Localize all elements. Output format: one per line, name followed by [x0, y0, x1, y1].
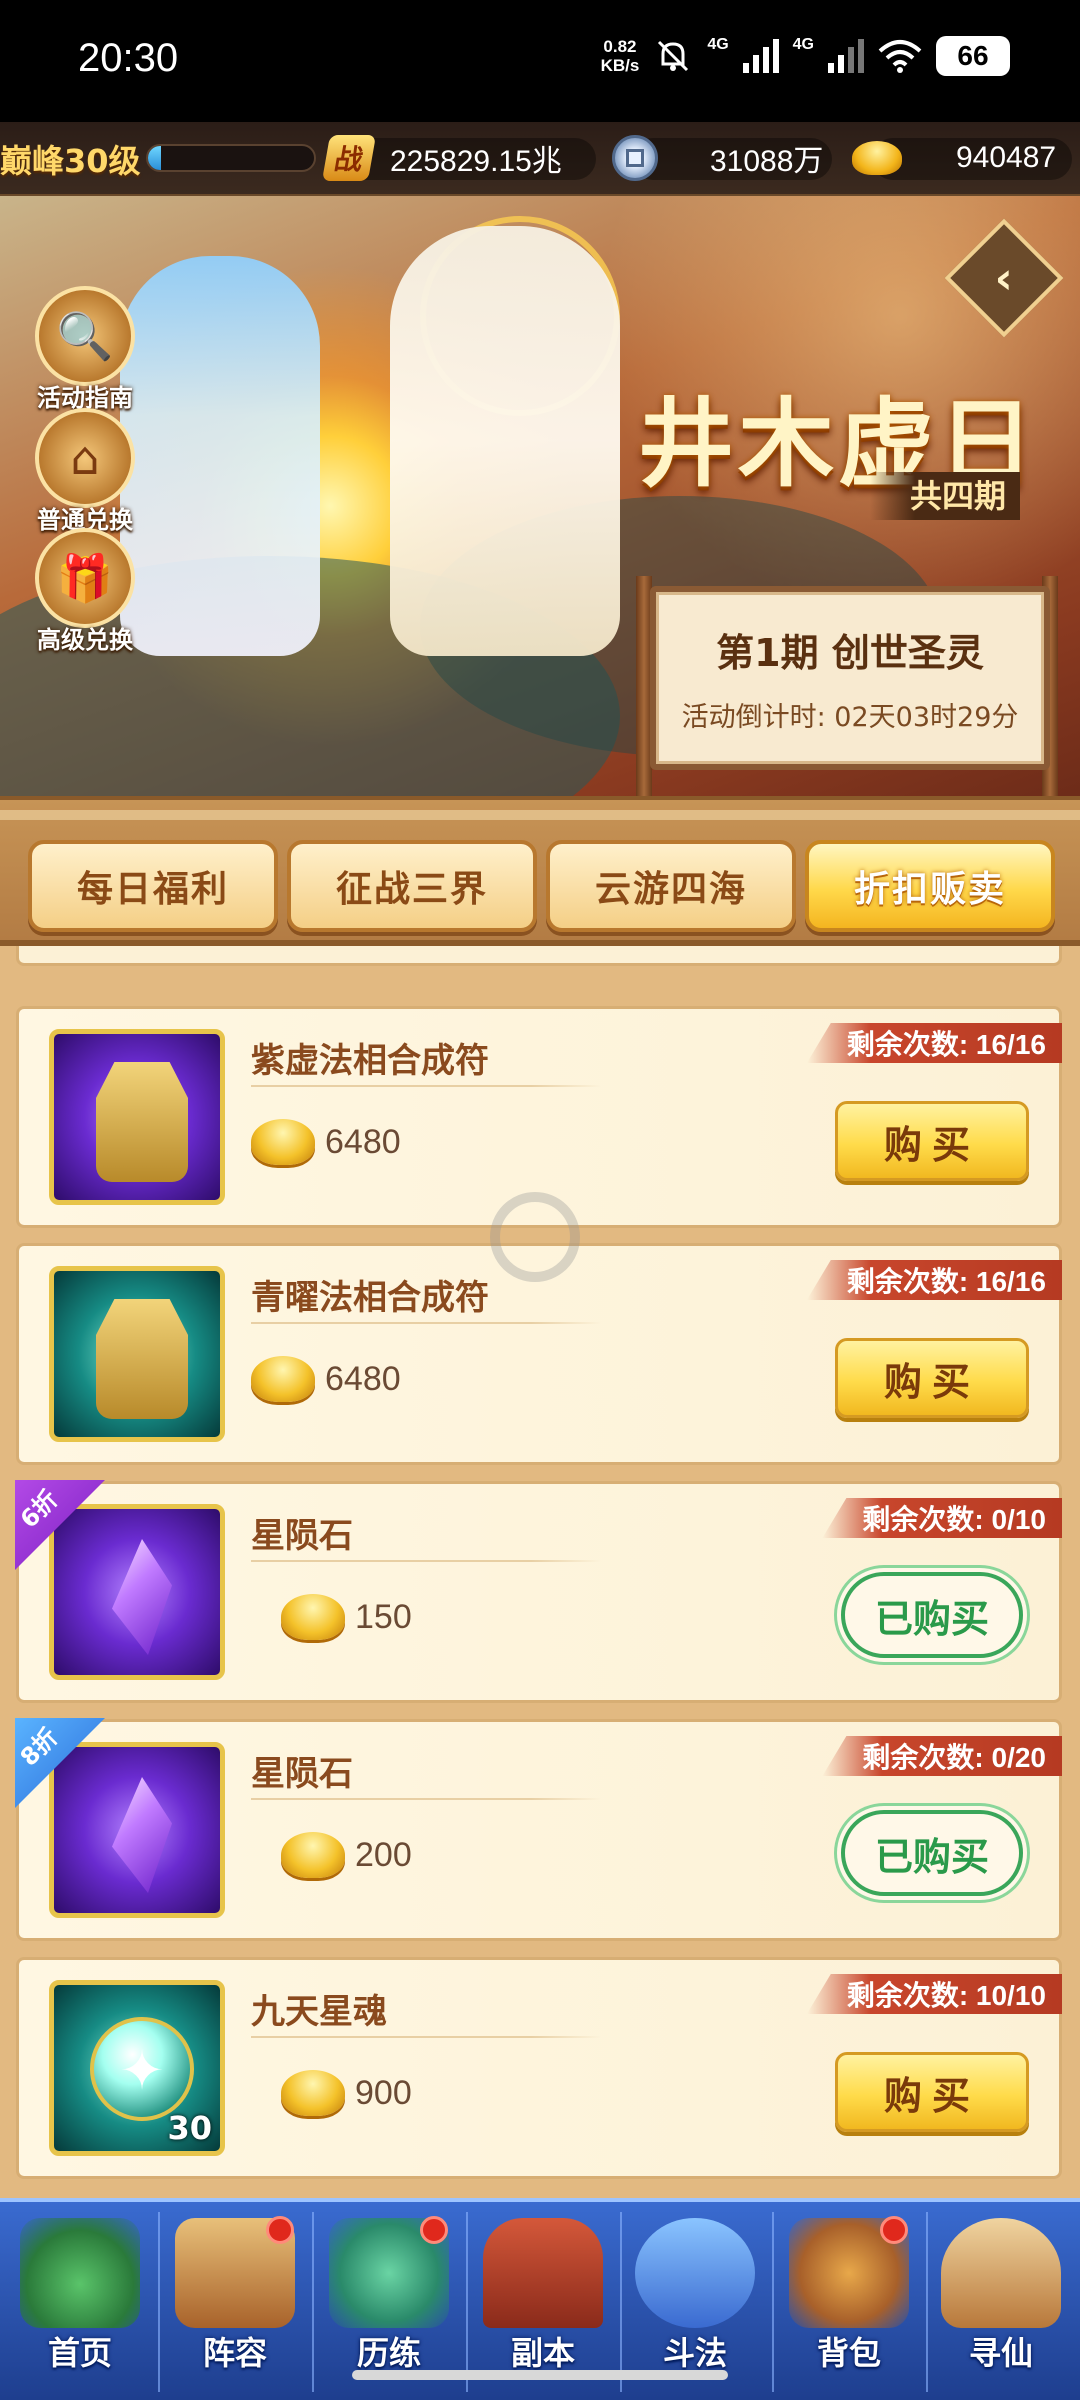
remaining-count-tag: 剩余次数: 0/20: [822, 1736, 1062, 1776]
shop-list[interactable]: 紫虚法相合成符 6480 剩余次数: 16/16 购买 青曜法相合成符 6480…: [0, 946, 1080, 2198]
sig2-label: 4G: [792, 36, 814, 53]
dungeon-gate-icon: [483, 2218, 603, 2328]
item-thumbnail[interactable]: [49, 1504, 225, 1680]
banner-character-right: [390, 226, 620, 656]
network-speed: 0.82 KB/s: [600, 37, 640, 75]
item-price: 6480: [251, 1119, 401, 1165]
list-item: 6折 星陨石 150 剩余次数: 0/10 已购买: [15, 1480, 1062, 1703]
item-price: 150: [281, 1594, 412, 1640]
item-thumbnail[interactable]: [49, 1742, 225, 1918]
talisman-icon: [96, 1062, 188, 1182]
coin-icon: [612, 135, 658, 181]
item-name: 星陨石: [251, 1754, 353, 1794]
item-price: 200: [281, 1832, 412, 1878]
item-name: 青曜法相合成符: [251, 1278, 489, 1318]
ingot-display[interactable]: 940487: [852, 132, 1072, 184]
mute-bell-icon: [658, 40, 689, 72]
crystal-icon: [112, 1777, 172, 1893]
player-level: 巅峰30级: [0, 142, 141, 180]
guide-button[interactable]: 🔍 活动指南: [22, 286, 148, 413]
buy-button[interactable]: 购买: [835, 2052, 1029, 2132]
coin-display[interactable]: 31088万: [612, 132, 832, 184]
list-item: 8折 星陨石 200 剩余次数: 0/20 已购买: [15, 1718, 1062, 1941]
shop-icon: ⌂: [35, 408, 135, 508]
sig1-label: 4G: [707, 36, 729, 53]
notification-dot: [880, 2216, 908, 2244]
tab-bar: 每日福利 征战三界 云游四海 折扣贩卖: [0, 796, 1080, 946]
period-title: 第1期 创世圣灵: [716, 631, 984, 675]
notification-dot: [266, 2216, 294, 2244]
list-item: ✦ 30 九天星魂 900 剩余次数: 10/10 购买: [16, 1957, 1062, 2179]
remaining-count-tag: 剩余次数: 16/16: [806, 1260, 1062, 1300]
exp-bar-fill: [148, 146, 162, 170]
crystal-icon: [112, 1539, 172, 1655]
ingot-icon: [251, 1119, 315, 1165]
home-icon: [20, 2218, 140, 2328]
item-name: 紫虚法相合成符: [251, 1041, 489, 1081]
item-name: 星陨石: [251, 1516, 353, 1556]
gift-icon: 🎁: [35, 528, 135, 628]
status-time: 20:30: [78, 36, 179, 80]
item-price: 6480: [251, 1356, 401, 1402]
advanced-exchange-button[interactable]: 🎁 高级兑换: [22, 528, 148, 655]
decorative-rail: [0, 810, 1080, 820]
purchased-button: 已购买: [841, 1572, 1023, 1658]
item-thumbnail[interactable]: [49, 1029, 225, 1205]
scroll-icon: [941, 2218, 1061, 2328]
nav-bag[interactable]: 背包: [774, 2208, 924, 2398]
power-icon: 战: [321, 135, 377, 181]
power-display: 战 225829.15兆: [321, 132, 596, 184]
remaining-count-tag: 剩余次数: 16/16: [806, 1023, 1062, 1063]
status-bar: 20:30 0.82 KB/s 4G 4G 66: [0, 0, 1080, 122]
ingot-icon: [281, 2070, 345, 2116]
wifi-icon: [878, 40, 922, 73]
resource-bar: 巅峰30级 战 225829.15兆 31088万 940487: [0, 122, 1080, 196]
status-icons: 0.82 KB/s 4G 4G 66: [601, 36, 1010, 76]
talisman-icon: [96, 1299, 188, 1419]
event-subtitle: 共四期: [870, 472, 1020, 520]
buy-button[interactable]: 购买: [835, 1338, 1029, 1418]
ingot-icon: [281, 1832, 345, 1878]
normal-exchange-button[interactable]: ⌂ 普通兑换: [22, 408, 148, 535]
purchased-button: 已购买: [841, 1810, 1023, 1896]
tab-campaign[interactable]: 征战三界: [287, 840, 537, 932]
ingot-icon: [251, 1356, 315, 1402]
item-price: 900: [281, 2070, 412, 2116]
home-indicator[interactable]: [352, 2370, 728, 2380]
battery-icon: 66: [936, 36, 1010, 76]
signal-weak-icon: [828, 39, 864, 73]
power-value: 225829.15兆: [390, 145, 562, 178]
ingot-value: 940487: [956, 141, 1057, 174]
duel-icon: [635, 2218, 755, 2328]
nav-seek-immortal[interactable]: 寻仙: [926, 2208, 1076, 2398]
ingot-icon: [281, 1594, 345, 1640]
countdown-text: 活动倒计时: 02天03时29分: [681, 702, 1019, 733]
ingot-icon: [852, 141, 902, 175]
tab-discount-sale[interactable]: 折扣贩卖: [805, 840, 1055, 932]
nav-lineup[interactable]: 阵容: [160, 2208, 310, 2398]
tab-travel[interactable]: 云游四海: [546, 840, 796, 932]
magnifier-icon: 🔍: [35, 286, 135, 386]
item-thumbnail[interactable]: ✦ 30: [49, 1980, 225, 2156]
buy-button[interactable]: 购买: [835, 1101, 1029, 1181]
chevron-left-icon: ‹: [994, 252, 1014, 304]
remaining-count-tag: 剩余次数: 10/10: [806, 1974, 1062, 2014]
signal-icon: [742, 39, 779, 73]
nav-home[interactable]: 首页: [5, 2208, 155, 2398]
exp-bar: [146, 144, 316, 172]
banner-character-left: [120, 256, 320, 656]
item-quantity: 30: [167, 2109, 212, 2147]
period-sign: 第1期 创世圣灵 活动倒计时: 02天03时29分: [650, 586, 1050, 770]
item-thumbnail[interactable]: [49, 1266, 225, 1442]
star-icon: ✦: [119, 2039, 165, 2102]
remaining-count-tag: 剩余次数: 0/10: [822, 1498, 1062, 1538]
yin-yang-icon: [490, 1192, 580, 1282]
item-name: 九天星魂: [251, 1992, 387, 2032]
event-banner: 🔍 活动指南 ⌂ 普通兑换 🎁 高级兑换 ‹ 井木虚日 共四期 第1期 创世圣灵…: [0, 196, 1080, 816]
notification-dot: [420, 2216, 448, 2244]
list-item: [16, 946, 1062, 966]
tab-daily-welfare[interactable]: 每日福利: [28, 840, 278, 932]
coin-value: 31088万: [710, 145, 824, 178]
